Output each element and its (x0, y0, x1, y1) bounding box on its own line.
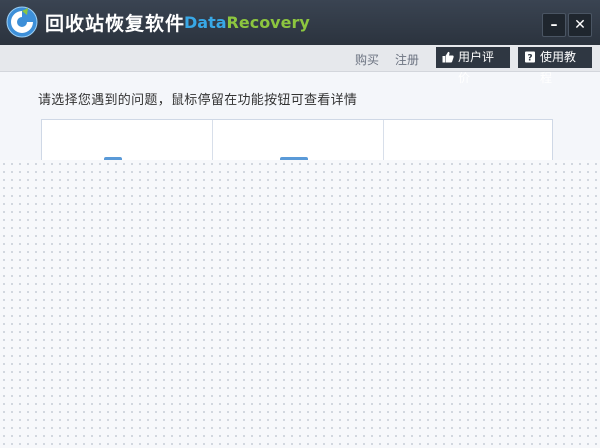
user-review-label: 用户评价 (458, 50, 495, 85)
brand-text-recovery: Recovery (226, 13, 310, 32)
user-review-button[interactable]: 用户评价 (436, 47, 510, 85)
toolbar: 购买 注册 用户评价 ? 使用教程 (0, 45, 600, 85)
tutorial-button[interactable]: ? 使用教程 (518, 47, 592, 85)
close-button[interactable]: ✕ (568, 13, 592, 37)
instruction-text: 请选择您遇到的问题，鼠标停留在功能按钮可查看详情 (38, 93, 358, 108)
buy-link[interactable]: 购买 (355, 51, 379, 68)
minimize-icon: – (550, 17, 558, 33)
help-book-icon: ? (525, 51, 535, 64)
close-icon: ✕ (574, 17, 586, 33)
loading-mask (0, 160, 600, 448)
app-title: 回收站恢复软件 (45, 13, 186, 35)
brand-logo-text: DataRecovery (184, 13, 310, 32)
thumbs-up-icon (442, 51, 454, 63)
svg-text:?: ? (527, 54, 532, 64)
register-link[interactable]: 注册 (395, 51, 419, 68)
title-bar: 回收站恢复软件 DataRecovery – ✕ (0, 0, 600, 45)
minimize-button[interactable]: – (542, 13, 566, 37)
brand-text-data: Data (184, 13, 227, 32)
tutorial-label: 使用教程 (540, 50, 577, 85)
app-logo-icon (6, 6, 38, 38)
